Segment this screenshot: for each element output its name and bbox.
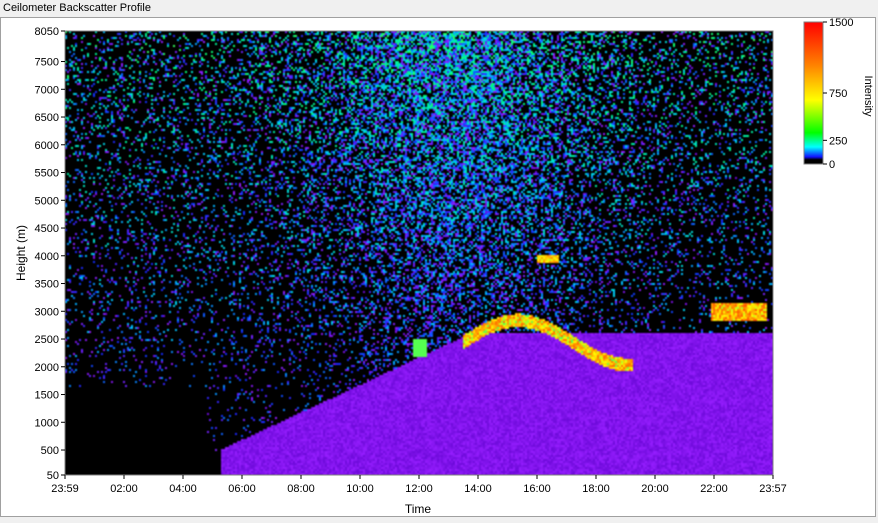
y-tick-label: 2500 <box>35 334 59 346</box>
x-tick-label: 22:00 <box>700 483 728 495</box>
y-tick-label: 6000 <box>35 140 59 152</box>
colorbar-tick-label: 0 <box>829 159 835 171</box>
y-tick-label: 4000 <box>35 251 59 263</box>
y-tick-label: 8050 <box>35 26 59 38</box>
y-tick-label: 1500 <box>35 390 59 402</box>
x-tick-label: 04:00 <box>169 483 197 495</box>
x-axis-title: Time <box>405 502 432 516</box>
colorbar-ticks: 0 250 750 1500 <box>823 17 853 171</box>
y-tick-label: 3000 <box>35 306 59 318</box>
chart-frame: 50 500 1000 1500 2000 2500 3000 3500 4000 4500 500… <box>0 17 876 517</box>
y-axis: 50 500 1000 1500 2000 2500 3000 3500 4000 4500 500… <box>35 26 65 482</box>
y-tick-label: 7000 <box>35 84 59 96</box>
colorbar-tick-label: 250 <box>829 135 847 147</box>
x-tick-label: 10:00 <box>346 483 374 495</box>
window-title: Ceilometer Backscatter Profile <box>3 2 151 14</box>
colorbar-tick-label: 750 <box>829 88 847 100</box>
y-tick-label: 2000 <box>35 362 59 374</box>
x-axis: 23:59 02:00 04:00 06:00 08:00 10:00 12:00 14:00… <box>51 475 787 495</box>
colorbar-tick-label: 1500 <box>829 18 853 29</box>
y-tick-label: 5000 <box>35 195 59 207</box>
colorbar-title: Intensity <box>862 76 874 117</box>
y-tick-label: 50 <box>47 470 59 482</box>
y-tick-label: 4500 <box>35 223 59 235</box>
heatmap-image <box>65 31 773 475</box>
colorbar[interactable] <box>803 21 824 165</box>
y-tick-label: 3500 <box>35 279 59 291</box>
x-tick-label: 12:00 <box>405 483 433 495</box>
y-tick-label: 6500 <box>35 112 59 124</box>
x-tick-label: 16:00 <box>523 483 551 495</box>
x-tick-label: 23:57 <box>759 483 787 495</box>
y-tick-label: 7500 <box>35 57 59 69</box>
y-tick-label: 500 <box>41 445 59 457</box>
y-axis-title: Height (m) <box>14 225 28 281</box>
x-tick-label: 20:00 <box>641 483 669 495</box>
x-tick-label: 14:00 <box>464 483 492 495</box>
x-tick-label: 06:00 <box>228 483 256 495</box>
backscatter-chart: 5050010001500200025003000350040004500500… <box>14 17 874 516</box>
x-tick-label: 23:59 <box>51 483 79 495</box>
x-tick-label: 08:00 <box>287 483 315 495</box>
x-tick-label: 18:00 <box>582 483 610 495</box>
x-tick-label: 02:00 <box>110 483 138 495</box>
y-tick-label: 1000 <box>35 417 59 429</box>
y-tick-label: 5500 <box>35 168 59 180</box>
